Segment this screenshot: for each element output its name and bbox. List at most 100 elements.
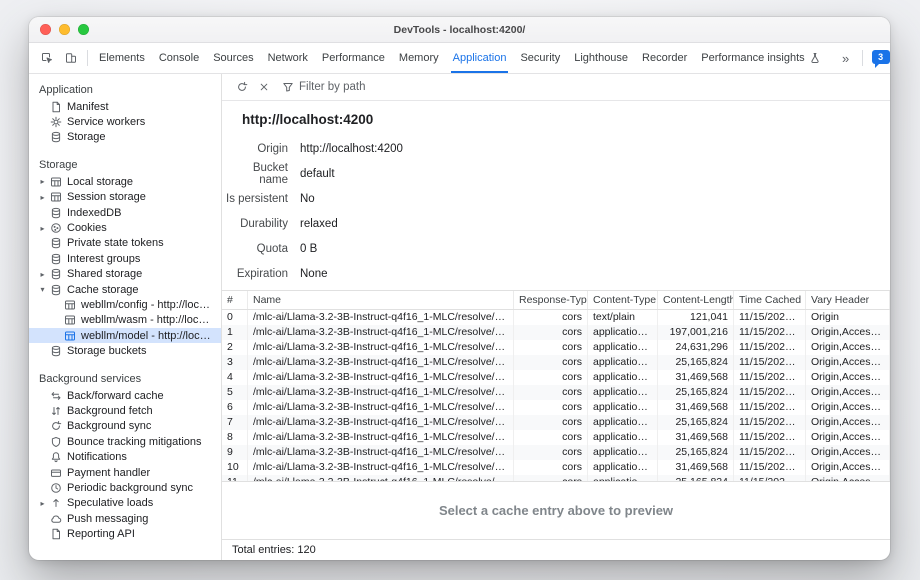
sidebar-item-speculative-loads[interactable]: ▸ Speculative loads bbox=[29, 496, 221, 511]
chevron-right-icon[interactable]: ▸ bbox=[36, 224, 49, 233]
sidebar-item-back-forward-cache[interactable]: Back/forward cache bbox=[29, 388, 221, 403]
column-header-content-length[interactable]: Content-Length bbox=[658, 291, 734, 309]
cell-: 3 bbox=[222, 355, 248, 370]
device-toolbar-icon[interactable] bbox=[59, 46, 83, 70]
cell-name: /mlc-ai/Llama-3.2-3B-Instruct-q4f16_1-ML… bbox=[248, 415, 514, 430]
sidebar-item-bounce-tracking-mitigations[interactable]: Bounce tracking mitigations bbox=[29, 434, 221, 449]
cache-entry-row-2[interactable]: 2/mlc-ai/Llama-3.2-3B-Instruct-q4f16_1-M… bbox=[222, 340, 890, 355]
tab-label: Network bbox=[268, 52, 308, 64]
tab-elements[interactable]: Elements bbox=[92, 43, 152, 73]
chevron-right-icon[interactable]: ▸ bbox=[36, 193, 49, 202]
cell-response-type: cors bbox=[514, 430, 588, 445]
cell-response-type: cors bbox=[514, 370, 588, 385]
column-header-content-type[interactable]: Content-Type bbox=[588, 291, 658, 309]
metadata-row-durability: Durabilityrelaxed bbox=[222, 211, 890, 236]
sidebar-item-service-workers[interactable]: Service workers bbox=[29, 114, 221, 129]
sidebar-item-label: Background sync bbox=[67, 420, 151, 432]
sidebar-item-storage-buckets[interactable]: Storage buckets bbox=[29, 343, 221, 358]
cell-name: /mlc-ai/Llama-3.2-3B-Instruct-q4f16_1-ML… bbox=[248, 460, 514, 475]
sidebar-item-webllm-config-http-loc[interactable]: webllm/config - http://loc… bbox=[29, 297, 221, 312]
cache-entry-row-5[interactable]: 5/mlc-ai/Llama-3.2-3B-Instruct-q4f16_1-M… bbox=[222, 385, 890, 400]
column-header-name[interactable]: Name bbox=[248, 291, 514, 309]
sidebar-item-label: webllm/wasm - http://loca… bbox=[81, 314, 215, 326]
tab-network[interactable]: Network bbox=[261, 43, 315, 73]
minimize-window-button[interactable] bbox=[59, 24, 70, 35]
sidebar-item-label: Private state tokens bbox=[67, 237, 164, 249]
sidebar-item-label: Reporting API bbox=[67, 528, 135, 540]
sidebar-item-session-storage[interactable]: ▸ Session storage bbox=[29, 190, 221, 205]
arrow-up-icon bbox=[49, 497, 62, 510]
cell-vary-header: Origin,Access… bbox=[806, 430, 890, 445]
sidebar-item-cookies[interactable]: ▸Cookies bbox=[29, 220, 221, 235]
chevron-right-icon[interactable]: ▸ bbox=[36, 270, 49, 279]
cache-entry-row-7[interactable]: 7/mlc-ai/Llama-3.2-3B-Instruct-q4f16_1-M… bbox=[222, 415, 890, 430]
zoom-window-button[interactable] bbox=[78, 24, 89, 35]
cell-response-type: cors bbox=[514, 310, 588, 325]
cell-content-type: application/oc… bbox=[588, 355, 658, 370]
delete-selected-icon[interactable] bbox=[253, 76, 275, 98]
metadata-value: None bbox=[300, 268, 328, 280]
sidebar-item-indexeddb[interactable]: IndexedDB bbox=[29, 205, 221, 220]
sidebar-item-webllm-model-http-loc[interactable]: webllm/model - http://loc… bbox=[29, 328, 221, 343]
cache-entry-row-4[interactable]: 4/mlc-ai/Llama-3.2-3B-Instruct-q4f16_1-M… bbox=[222, 370, 890, 385]
inspect-element-icon[interactable] bbox=[35, 46, 59, 70]
cache-entry-row-9[interactable]: 9/mlc-ai/Llama-3.2-3B-Instruct-q4f16_1-M… bbox=[222, 445, 890, 460]
tab-performance-insights[interactable]: Performance insights bbox=[694, 43, 833, 73]
cell-time-cached: 11/15/2024, 10… bbox=[734, 355, 806, 370]
column-header-[interactable]: # bbox=[222, 291, 248, 309]
tab-memory[interactable]: Memory bbox=[392, 43, 446, 73]
cell-vary-header: Origin,Access… bbox=[806, 460, 890, 475]
sidebar-item-label: Speculative loads bbox=[67, 497, 153, 509]
close-window-button[interactable] bbox=[40, 24, 51, 35]
sidebar-item-private-state-tokens[interactable]: Private state tokens bbox=[29, 236, 221, 251]
sidebar-item-reporting-api[interactable]: Reporting API bbox=[29, 526, 221, 541]
column-header-vary-header[interactable]: Vary Header bbox=[806, 291, 890, 309]
cell-vary-header: Origin,Access… bbox=[806, 370, 890, 385]
sidebar-item-push-messaging[interactable]: Push messaging bbox=[29, 511, 221, 526]
tab-lighthouse[interactable]: Lighthouse bbox=[567, 43, 635, 73]
clock-icon bbox=[49, 481, 62, 494]
sidebar-item-interest-groups[interactable]: Interest groups bbox=[29, 251, 221, 266]
cache-entry-row-3[interactable]: 3/mlc-ai/Llama-3.2-3B-Instruct-q4f16_1-M… bbox=[222, 355, 890, 370]
chevron-right-icon[interactable]: ▸ bbox=[36, 499, 49, 508]
sidebar-item-label: Storage buckets bbox=[67, 345, 147, 357]
tab-sources[interactable]: Sources bbox=[206, 43, 260, 73]
tab-performance[interactable]: Performance bbox=[315, 43, 392, 73]
sidebar-item-periodic-background-sync[interactable]: Periodic background sync bbox=[29, 480, 221, 495]
sidebar-item-background-fetch[interactable]: Background fetch bbox=[29, 403, 221, 418]
tab-application[interactable]: Application bbox=[446, 43, 514, 73]
chevron-down-icon[interactable]: ▾ bbox=[36, 285, 49, 294]
sidebar-item-shared-storage[interactable]: ▸Shared storage bbox=[29, 267, 221, 282]
sidebar-item-manifest[interactable]: Manifest bbox=[29, 99, 221, 114]
sidebar-item-webllm-wasm-http-loca[interactable]: webllm/wasm - http://loca… bbox=[29, 313, 221, 328]
sidebar-item-label: Session storage bbox=[67, 191, 146, 203]
devtools-window: DevTools - localhost:4200/ ElementsConso… bbox=[29, 17, 890, 560]
cache-entry-row-0[interactable]: 0/mlc-ai/Llama-3.2-3B-Instruct-q4f16_1-M… bbox=[222, 310, 890, 325]
column-header-time-cached[interactable]: Time Cached bbox=[734, 291, 806, 309]
column-header-response-type[interactable]: Response-Type bbox=[514, 291, 588, 309]
tab-console[interactable]: Console bbox=[152, 43, 206, 73]
cache-entries-table: #NameResponse-TypeContent-TypeContent-Le… bbox=[222, 290, 890, 481]
filter-by-path-input[interactable]: Filter by path bbox=[281, 81, 365, 94]
metadata-label: Is persistent bbox=[222, 193, 288, 205]
sidebar-item-local-storage[interactable]: ▸Local storage bbox=[29, 174, 221, 189]
cell-name: /mlc-ai/Llama-3.2-3B-Instruct-q4f16_1-ML… bbox=[248, 400, 514, 415]
more-tabs-icon[interactable]: » bbox=[834, 46, 858, 70]
tab-security[interactable]: Security bbox=[513, 43, 567, 73]
cache-entry-row-6[interactable]: 6/mlc-ai/Llama-3.2-3B-Instruct-q4f16_1-M… bbox=[222, 400, 890, 415]
cache-entry-row-8[interactable]: 8/mlc-ai/Llama-3.2-3B-Instruct-q4f16_1-M… bbox=[222, 430, 890, 445]
metadata-row-quota: Quota0 B bbox=[222, 236, 890, 261]
sidebar-item-payment-handler[interactable]: Payment handler bbox=[29, 465, 221, 480]
cache-entry-row-1[interactable]: 1/mlc-ai/Llama-3.2-3B-Instruct-q4f16_1-M… bbox=[222, 325, 890, 340]
refresh-icon[interactable] bbox=[231, 76, 253, 98]
cache-metadata: Originhttp://localhost:4200Bucket namede… bbox=[222, 132, 890, 290]
metadata-value: http://localhost:4200 bbox=[300, 143, 403, 155]
sidebar-item-notifications[interactable]: Notifications bbox=[29, 449, 221, 464]
sidebar-item-background-sync[interactable]: Background sync bbox=[29, 419, 221, 434]
issues-badge[interactable]: 3 bbox=[872, 50, 890, 64]
sidebar-item-storage[interactable]: Storage bbox=[29, 130, 221, 145]
chevron-right-icon[interactable]: ▸ bbox=[36, 177, 49, 186]
tab-recorder[interactable]: Recorder bbox=[635, 43, 694, 73]
cache-entry-row-10[interactable]: 10/mlc-ai/Llama-3.2-3B-Instruct-q4f16_1-… bbox=[222, 460, 890, 475]
sidebar-item-cache-storage[interactable]: ▾Cache storage bbox=[29, 282, 221, 297]
